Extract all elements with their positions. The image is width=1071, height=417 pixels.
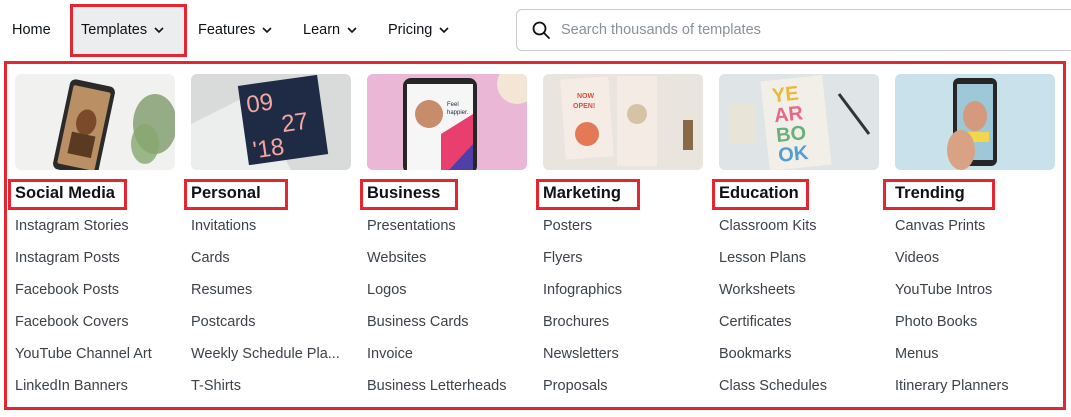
pizza-flyer-image: NOW OPEN! [543,74,703,170]
menu-link[interactable]: Brochures [543,313,622,345]
menu-link[interactable]: Canvas Prints [895,217,1009,249]
thumbnail-education[interactable]: YE AR BO OK [719,74,879,170]
menu-link[interactable]: Bookmarks [719,345,827,377]
menu-link[interactable]: Menus [895,345,1009,377]
menu-link[interactable]: Itinerary Planners [895,377,1009,409]
link-list: Presentations Websites Logos Business Ca… [367,217,506,409]
menu-link[interactable]: LinkedIn Banners [15,377,152,409]
menu-link[interactable]: Photo Books [895,313,1009,345]
menu-column-marketing: NOW OPEN! Marketing Posters Flyers Infog… [543,74,703,394]
menu-link[interactable]: Newsletters [543,345,622,377]
thumb-text-happier: happier. [447,110,469,116]
menu-link[interactable]: Lesson Plans [719,249,827,281]
nav-templates-label: Templates [81,22,148,38]
menu-column-trending: Trending Canvas Prints Videos YouTube In… [895,74,1055,394]
chevron-down-icon [154,27,164,34]
menu-column-business: Feel happier. Business Presentations Web… [367,74,527,394]
menu-link[interactable]: Cards [191,249,340,281]
invitation-card-image: 09 27 '18 [191,74,351,170]
link-list: Canvas Prints Videos YouTube Intros Phot… [895,217,1009,409]
thumbnail-marketing[interactable]: NOW OPEN! [543,74,703,170]
menu-link[interactable]: Instagram Posts [15,249,152,281]
menu-link[interactable]: Class Schedules [719,377,827,409]
menu-link[interactable]: Invoice [367,345,506,377]
menu-link[interactable]: Invitations [191,217,340,249]
menu-link[interactable]: Infographics [543,281,622,313]
menu-column-personal: 09 27 '18 Personal Invitations Cards Res… [191,74,351,394]
menu-link[interactable]: Worksheets [719,281,827,313]
nav-features[interactable]: Features [198,0,273,60]
menu-link[interactable]: Instagram Stories [15,217,152,249]
yearbook-image: YE AR BO OK [719,74,879,170]
nav-home-label: Home [12,22,51,38]
menu-link[interactable]: Business Letterheads [367,377,506,409]
menu-link[interactable]: Classroom Kits [719,217,827,249]
column-title-social-media[interactable]: Social Media [15,184,115,203]
thumb-text-date-year: '18 [251,133,286,164]
nav-pricing[interactable]: Pricing [388,0,450,60]
thumb-text-open: OPEN! [573,103,595,110]
nav-pricing-label: Pricing [388,22,433,38]
menu-column-education: YE AR BO OK Education Classroom Kits Les… [719,74,879,394]
menu-link[interactable]: Certificates [719,313,827,345]
nav-learn-label: Learn [303,22,341,38]
column-title-marketing[interactable]: Marketing [543,184,621,203]
nav-features-label: Features [198,22,256,38]
nav-templates[interactable]: Templates [70,6,184,54]
top-navigation: Home Templates Features Learn Pricing [0,0,1071,60]
thumbnail-personal[interactable]: 09 27 '18 [191,74,351,170]
thumbnail-business[interactable]: Feel happier. [367,74,527,170]
menu-link[interactable]: Weekly Schedule Pla... [191,345,340,377]
menu-link[interactable]: Posters [543,217,622,249]
menu-link[interactable]: Postcards [191,313,340,345]
menu-link[interactable]: Facebook Covers [15,313,152,345]
thumb-text-date-day: 27 [280,108,310,138]
link-list: Invitations Cards Resumes Postcards Week… [191,217,340,409]
chevron-down-icon [262,27,272,34]
column-title-business[interactable]: Business [367,184,440,203]
menu-link[interactable]: Facebook Posts [15,281,152,313]
thumb-text-feel: Feel [447,102,459,108]
column-title-personal[interactable]: Personal [191,184,261,203]
menu-column-social-media: Social Media Instagram Stories Instagram… [15,74,175,394]
thumbnail-social-media[interactable] [15,74,175,170]
chevron-down-icon [347,27,357,34]
menu-link[interactable]: Videos [895,249,1009,281]
link-list: Posters Flyers Infographics Brochures Ne… [543,217,622,409]
menu-link[interactable]: Resumes [191,281,340,313]
link-list: Classroom Kits Lesson Plans Worksheets C… [719,217,827,409]
search-bar[interactable] [516,9,1071,51]
search-icon [532,21,550,39]
menu-link[interactable]: Websites [367,249,506,281]
menu-link[interactable]: Logos [367,281,506,313]
menu-link[interactable]: Business Cards [367,313,506,345]
search-input[interactable] [561,22,1041,38]
menu-link[interactable]: Presentations [367,217,506,249]
nav-learn[interactable]: Learn [303,0,358,60]
menu-link[interactable]: YouTube Channel Art [15,345,152,377]
thumb-text-ok: OK [777,142,810,167]
business-phone-image: Feel happier. [367,74,527,170]
chevron-down-icon [439,27,449,34]
thumb-text-date-month: 09 [245,88,275,118]
thumbnail-trending[interactable] [895,74,1055,170]
menu-link[interactable]: T-Shirts [191,377,340,409]
column-title-education[interactable]: Education [719,184,799,203]
menu-link[interactable]: Flyers [543,249,622,281]
nav-home[interactable]: Home [12,0,51,60]
column-title-trending[interactable]: Trending [895,184,965,203]
link-list: Instagram Stories Instagram Posts Facebo… [15,217,152,409]
phone-instagram-story-image [15,74,175,170]
hand-holding-phone-image [895,74,1055,170]
menu-link[interactable]: Proposals [543,377,622,409]
thumb-text-now: NOW [577,93,595,100]
menu-link[interactable]: YouTube Intros [895,281,1009,313]
